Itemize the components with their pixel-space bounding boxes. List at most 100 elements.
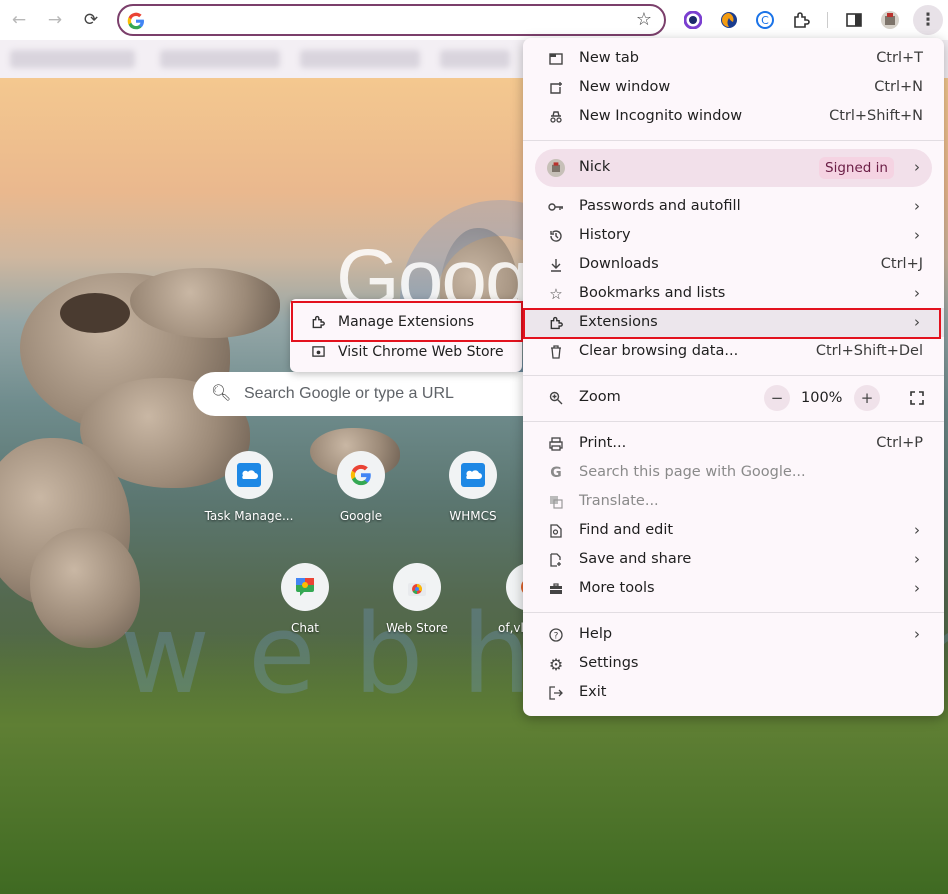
flame-extension-icon[interactable] <box>718 9 740 31</box>
webstore-icon <box>310 344 326 360</box>
shortcut-tile[interactable]: Google <box>313 451 409 523</box>
download-icon <box>547 256 565 274</box>
menu-shortcut: Ctrl+J <box>880 256 923 272</box>
omnibox[interactable]: ☆ <box>117 4 666 36</box>
menu-settings[interactable]: ⚙ Settings <box>523 649 944 678</box>
tile-label: WHMCS <box>449 509 497 523</box>
menu-shortcut: Ctrl+P <box>876 435 923 451</box>
google-g-icon <box>127 12 144 30</box>
tile-label: Web Store <box>386 621 448 635</box>
extensions-puzzle-icon[interactable] <box>790 9 812 31</box>
menu-help[interactable]: ? Help › <box>523 620 944 649</box>
browser-toolbar: ← → ⟳ ☆ C ⋮ <box>0 0 948 40</box>
chevron-right-icon: › <box>914 521 920 539</box>
search-placeholder: Search Google or type a URL <box>244 385 454 402</box>
menu-print[interactable]: Print... Ctrl+P <box>523 429 944 458</box>
save-share-icon <box>547 551 565 569</box>
chrome-menu-button[interactable]: ⋮ <box>913 5 943 35</box>
menu-save-and-share[interactable]: Save and share › <box>523 545 944 574</box>
shortcut-tile[interactable]: Task Manage... <box>201 451 297 523</box>
signed-in-badge: Signed in <box>819 157 894 179</box>
rock-hole <box>60 293 130 333</box>
menu-more-tools[interactable]: More tools › <box>523 574 944 603</box>
zoom-level: 100% <box>801 390 843 406</box>
bookmark-item[interactable] <box>440 50 510 68</box>
menu-bookmarks[interactable]: ☆ Bookmarks and lists › <box>523 279 944 308</box>
profile-avatar[interactable] <box>879 9 901 31</box>
copyright-extension-icon[interactable]: C <box>754 9 776 31</box>
tile-label: Chat <box>290 621 320 635</box>
zoom-in-button[interactable]: + <box>854 385 880 411</box>
svg-text:?: ? <box>554 632 559 642</box>
menu-label: More tools <box>579 580 655 596</box>
menu-label: Downloads <box>579 256 659 272</box>
reload-icon: ⟳ <box>83 10 99 30</box>
ntp-search-box[interactable]: 🔍︎ Search Google or type a URL <box>193 372 553 416</box>
menu-label: Find and edit <box>579 522 674 538</box>
menu-label: Help <box>579 626 613 642</box>
help-icon: ? <box>547 626 565 644</box>
menu-exit[interactable]: Exit <box>523 678 944 707</box>
chevron-right-icon: › <box>914 284 920 302</box>
extensions-highlight <box>523 308 941 339</box>
bookmark-star-icon[interactable]: ☆ <box>636 9 652 30</box>
menu-find-and-edit[interactable]: Find and edit › <box>523 516 944 545</box>
manage-extensions-highlight <box>291 301 523 342</box>
menu-label: Zoom <box>579 389 621 405</box>
shortcut-tile[interactable]: WHMCS <box>425 451 521 523</box>
chevron-right-icon: › <box>914 158 920 176</box>
zoom-icon <box>547 389 565 407</box>
menu-history[interactable]: History › <box>523 221 944 250</box>
menu-translate: Translate... <box>523 487 944 516</box>
tile-label: Google <box>339 509 383 523</box>
toolbox-icon <box>547 580 565 598</box>
search-icon: 🔍︎ <box>211 383 232 402</box>
chat-icon <box>281 563 329 611</box>
menu-new-window[interactable]: New window Ctrl+N <box>523 73 944 102</box>
menu-separator <box>523 612 944 613</box>
menu-label: Exit <box>579 684 607 700</box>
menu-label: New window <box>579 79 671 95</box>
find-page-icon <box>547 522 565 540</box>
cloud-icon <box>225 451 273 499</box>
forward-button[interactable]: → <box>41 6 69 34</box>
fullscreen-button[interactable] <box>904 385 930 411</box>
menu-label: Search this page with Google... <box>579 464 806 480</box>
more-vert-icon: ⋮ <box>919 10 937 30</box>
bookmark-item[interactable] <box>300 50 420 68</box>
back-button[interactable]: ← <box>5 6 33 34</box>
menu-label: Translate... <box>579 493 659 509</box>
menu-shortcut: Ctrl+T <box>876 50 923 66</box>
shortcut-tile[interactable]: Chat <box>257 563 353 635</box>
bookmark-item[interactable] <box>160 50 280 68</box>
key-icon <box>547 198 565 216</box>
google-icon <box>337 451 385 499</box>
menu-label: Bookmarks and lists <box>579 285 726 301</box>
reload-button[interactable]: ⟳ <box>77 6 105 34</box>
menu-shortcut: Ctrl+N <box>874 79 923 95</box>
side-panel-icon <box>846 13 862 27</box>
chevron-right-icon: › <box>914 226 920 244</box>
side-panel-button[interactable] <box>843 9 865 31</box>
menu-passwords[interactable]: Passwords and autofill › <box>523 192 944 221</box>
menu-downloads[interactable]: Downloads Ctrl+J <box>523 250 944 279</box>
menu-profile-row[interactable]: Nick Signed in › <box>535 149 932 187</box>
menu-new-tab[interactable]: New tab Ctrl+T <box>523 44 944 73</box>
profile-name: Nick <box>579 159 611 175</box>
bookmark-item[interactable] <box>10 50 135 68</box>
minus-icon: − <box>770 389 784 407</box>
color-picker-extension-icon[interactable] <box>682 9 704 31</box>
visit-web-store-label: Visit Chrome Web Store <box>338 343 504 360</box>
plus-icon: + <box>860 389 874 407</box>
profile-avatar-icon <box>547 159 565 177</box>
menu-clear-browsing-data[interactable]: Clear browsing data... Ctrl+Shift+Del <box>523 337 944 366</box>
chrome-main-menu: New tab Ctrl+T New window Ctrl+N New Inc… <box>523 38 944 716</box>
forward-arrow-icon: → <box>47 10 63 30</box>
menu-new-incognito[interactable]: New Incognito window Ctrl+Shift+N <box>523 102 944 131</box>
zoom-out-button[interactable]: − <box>764 385 790 411</box>
menu-label: History <box>579 227 631 243</box>
shortcut-tile[interactable]: Web Store <box>369 563 465 635</box>
trash-icon <box>547 343 565 361</box>
menu-label: Save and share <box>579 551 692 567</box>
svg-text:C: C <box>761 14 769 27</box>
